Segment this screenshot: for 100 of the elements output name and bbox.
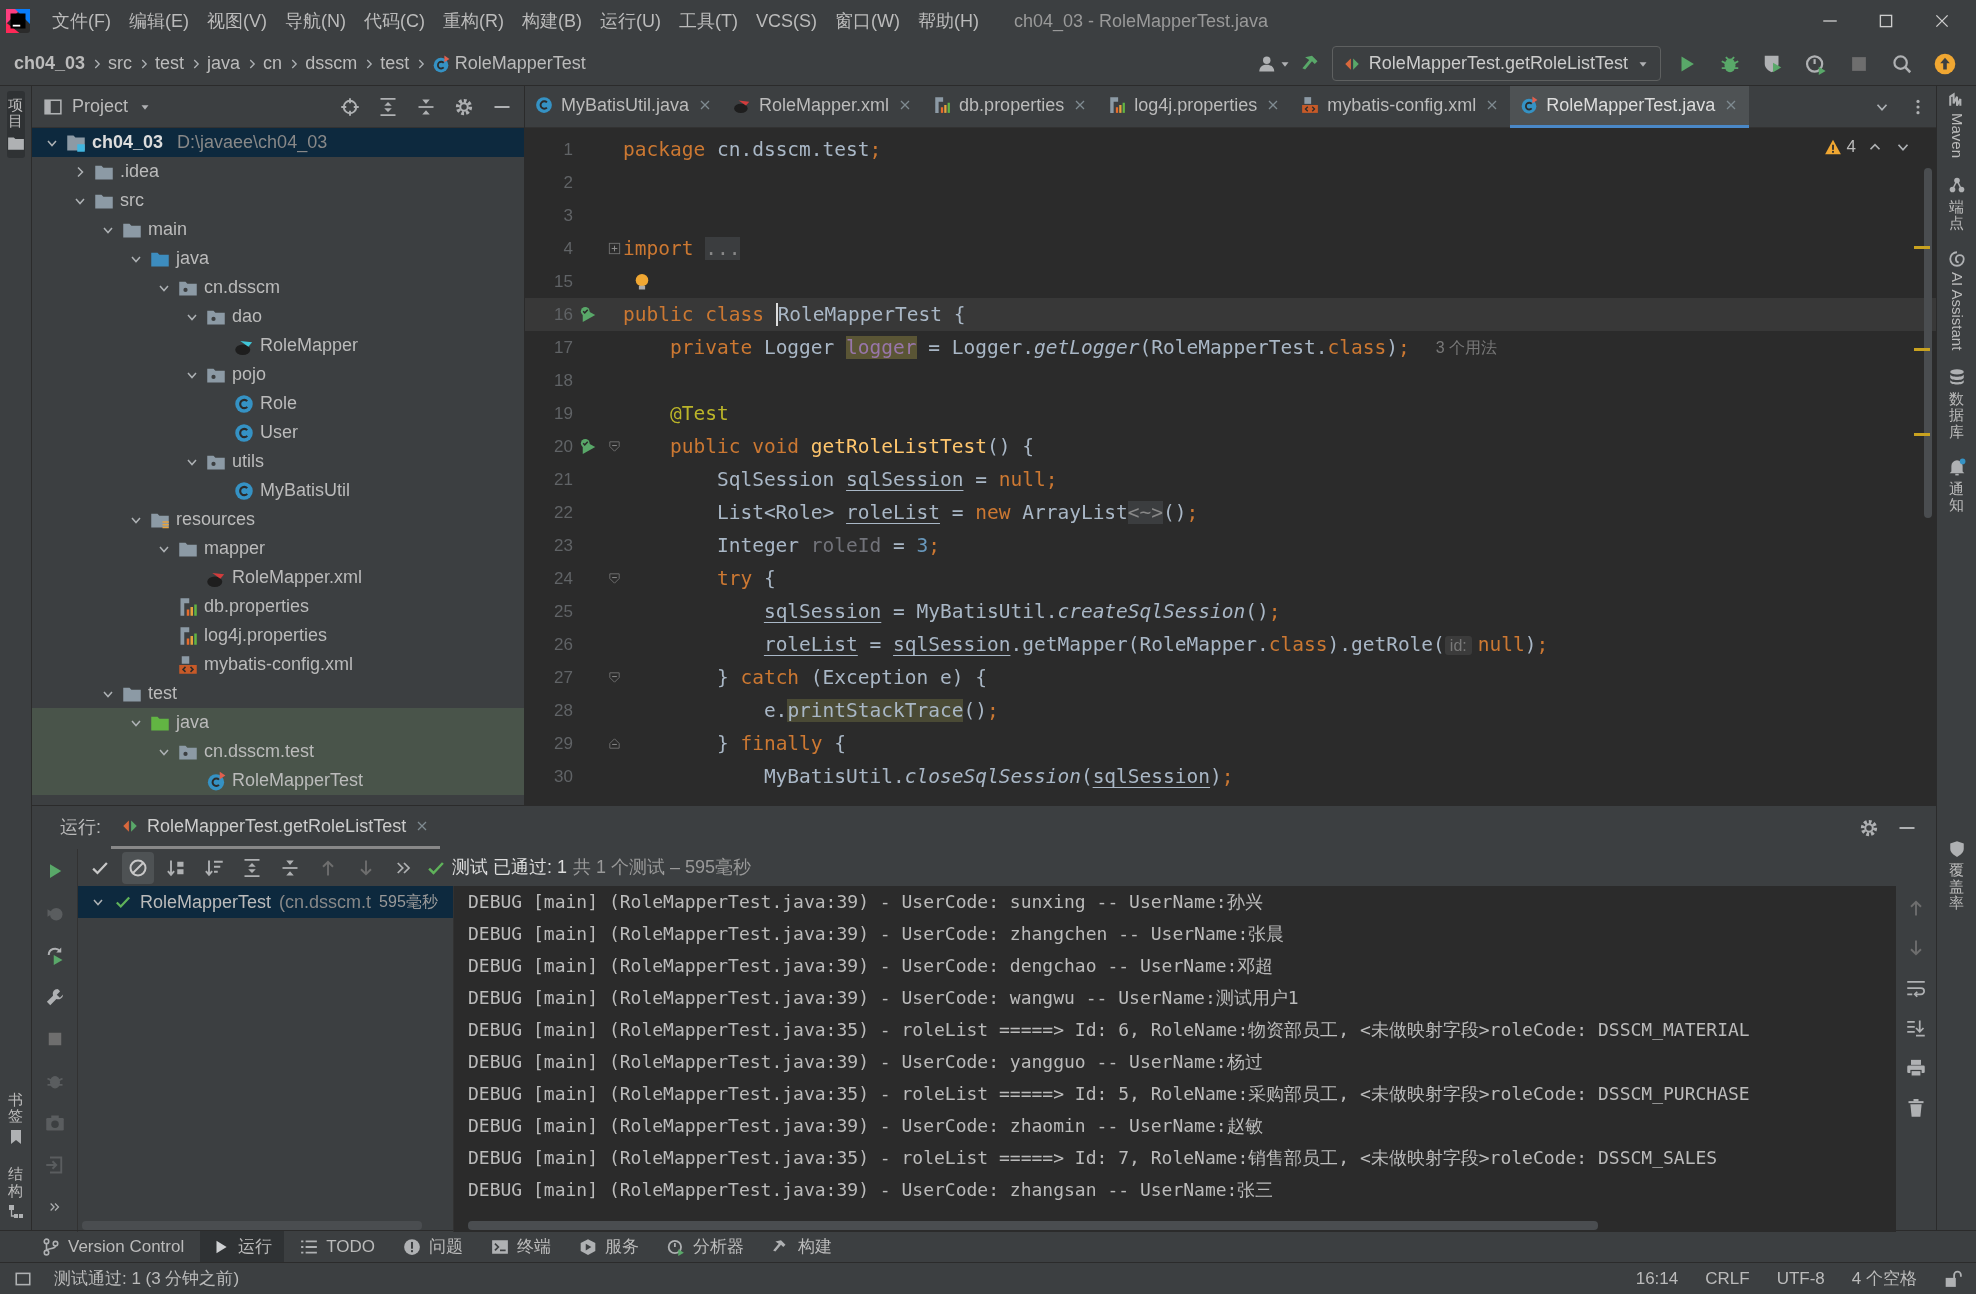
expand-all-icon[interactable] [242, 857, 262, 878]
maximize-icon[interactable] [1877, 12, 1895, 30]
breadcrumb-item[interactable]: test [155, 50, 185, 77]
toggle-button[interactable] [122, 851, 154, 884]
close-icon[interactable] [1933, 12, 1951, 30]
tree-row[interactable]: dao [32, 302, 524, 331]
test-tree-row[interactable]: RoleMapperTest (cn.dsscm.t 595毫秒 [78, 886, 453, 918]
tool-window-button[interactable]: 分析器 [655, 1230, 757, 1263]
lock-icon[interactable] [1944, 1269, 1962, 1288]
tool-window-tab[interactable]: 结构 [8, 1166, 23, 1199]
tree-row[interactable]: RoleMapper [32, 331, 524, 360]
fold-marker-icon[interactable] [606, 736, 622, 751]
tree-row[interactable]: pojo [32, 360, 524, 389]
folder-icon[interactable] [6, 134, 25, 152]
tool-window-tab[interactable]: 书签 [8, 1091, 23, 1125]
tree-row[interactable]: ch04_03 D:\javaee\ch04_03 [32, 128, 524, 157]
menu-item[interactable]: 工具(T) [670, 3, 747, 39]
status-item[interactable]: 4 个空格 [1851, 1265, 1917, 1292]
tree-row[interactable]: cn.dsscm [32, 273, 524, 302]
fold-marker-icon[interactable] [606, 670, 622, 685]
tree-row[interactable]: RoleMapper.xml [32, 563, 524, 592]
tree-row[interactable]: src [32, 186, 524, 215]
fold-marker-icon[interactable] [606, 241, 622, 256]
breadcrumb-item[interactable]: ch04_03 [14, 50, 86, 77]
tool-window-tab[interactable]: 通知 [1949, 480, 1964, 514]
editor-tab[interactable]: RoleMapperTest.java [1510, 86, 1750, 128]
scrollbar-thumb[interactable] [1924, 168, 1932, 518]
tree-row[interactable]: log4j.properties [32, 621, 524, 650]
tool-window-button[interactable]: 服务 [567, 1230, 652, 1263]
menu-item[interactable]: 编辑(E) [120, 3, 198, 39]
settings-icon[interactable] [1859, 817, 1879, 838]
editor-tab[interactable]: RoleMapper.xml [723, 86, 924, 128]
menu-item[interactable]: 运行(U) [591, 3, 670, 39]
breadcrumb-item[interactable]: cn [263, 50, 283, 77]
tool-window-button[interactable]: 问题 [391, 1230, 476, 1263]
status-item[interactable]: 16:14 [1635, 1265, 1679, 1292]
fold-marker-icon[interactable] [606, 571, 622, 586]
fold-marker-icon[interactable] [606, 439, 622, 454]
menu-item[interactable]: 导航(N) [276, 3, 355, 39]
tool-window-button[interactable]: 运行 [200, 1230, 285, 1263]
menu-item[interactable]: 代码(C) [355, 3, 434, 39]
breadcrumb-item[interactable]: dsscm [305, 50, 358, 77]
tool-window-tab[interactable]: Maven [1945, 113, 1968, 159]
tool-window-button[interactable]: 终端 [479, 1230, 564, 1263]
tool-window-tab[interactable]: 端点 [1949, 198, 1964, 232]
tree-row[interactable]: cn.dsscm.test [32, 737, 524, 766]
tool-window-tab[interactable]: AI Assistant [1945, 272, 1968, 351]
menu-item[interactable]: 重构(R) [434, 3, 513, 39]
structure-icon[interactable] [7, 1203, 24, 1220]
print-icon[interactable] [1906, 1058, 1926, 1078]
panel-title[interactable]: Project [72, 93, 129, 120]
scroll-to-end-icon[interactable] [1906, 1018, 1926, 1038]
tool-window-button[interactable]: Version Control [30, 1230, 197, 1263]
tree-row[interactable]: main [32, 215, 524, 244]
tree-row[interactable]: Role [32, 389, 524, 418]
tree-row[interactable]: utils [32, 447, 524, 476]
scrollbar-thumb[interactable] [468, 1221, 1598, 1230]
tool-window-button[interactable]: TODO [288, 1230, 388, 1263]
settings-icon[interactable] [454, 96, 474, 117]
menu-item[interactable]: VCS(S) [746, 3, 826, 39]
tree-row[interactable]: mapper [32, 534, 524, 563]
update-icon[interactable] [1934, 52, 1956, 75]
menu-item[interactable]: 窗口(W) [826, 3, 909, 39]
warning-count[interactable]: 4 [1846, 134, 1856, 160]
profiler-icon[interactable] [1805, 52, 1827, 75]
wrench-icon[interactable] [44, 987, 65, 1007]
assistant-icon[interactable] [1947, 249, 1966, 268]
editor-tab[interactable]: db.properties [923, 86, 1099, 128]
tool-window-tab[interactable]: 数据库 [1949, 390, 1964, 441]
tree-row[interactable]: MyBatisUtil [32, 476, 524, 505]
trash-icon[interactable] [1906, 1098, 1926, 1118]
menu-item[interactable]: 文件(F) [43, 3, 120, 39]
expand-all-icon[interactable] [378, 96, 398, 117]
shield-icon[interactable] [1947, 839, 1966, 858]
tree-row[interactable]: java [32, 708, 524, 737]
locate-icon[interactable] [340, 96, 360, 117]
breadcrumb-item[interactable]: src [108, 50, 133, 77]
tree-row[interactable]: User [32, 418, 524, 447]
tree-row[interactable]: .idea [32, 157, 524, 186]
status-item[interactable]: CRLF [1705, 1265, 1750, 1292]
menu-item[interactable]: 视图(V) [198, 3, 276, 39]
soft-wrap-icon[interactable] [1906, 978, 1926, 998]
editor-tab[interactable]: log4j.properties [1098, 86, 1292, 128]
menu-item[interactable]: 帮助(H) [908, 3, 988, 39]
tree-row[interactable]: RoleMapperTest [32, 766, 524, 795]
search-icon[interactable] [1891, 52, 1913, 75]
breadcrumb-item[interactable]: test [380, 50, 410, 77]
tree-row[interactable]: resources [32, 505, 524, 534]
usage-hint[interactable]: 3 个用法 [1435, 335, 1497, 360]
tree-row[interactable]: db.properties [32, 592, 524, 621]
breadcrumb-item[interactable]: RoleMapperTest [454, 50, 586, 77]
endpoints-icon[interactable] [1947, 176, 1966, 195]
editor-tab[interactable]: MyBatisUtil.java [525, 86, 724, 128]
tree-row[interactable]: test [32, 679, 524, 708]
tool-window-button[interactable]: 构建 [760, 1230, 845, 1263]
scrollbar-thumb[interactable] [82, 1221, 422, 1230]
database-icon[interactable] [1947, 368, 1966, 387]
tool-window-tab[interactable]: 覆盖率 [1949, 862, 1964, 912]
bell-icon[interactable] [1947, 458, 1966, 477]
status-item[interactable]: UTF-8 [1776, 1265, 1825, 1292]
